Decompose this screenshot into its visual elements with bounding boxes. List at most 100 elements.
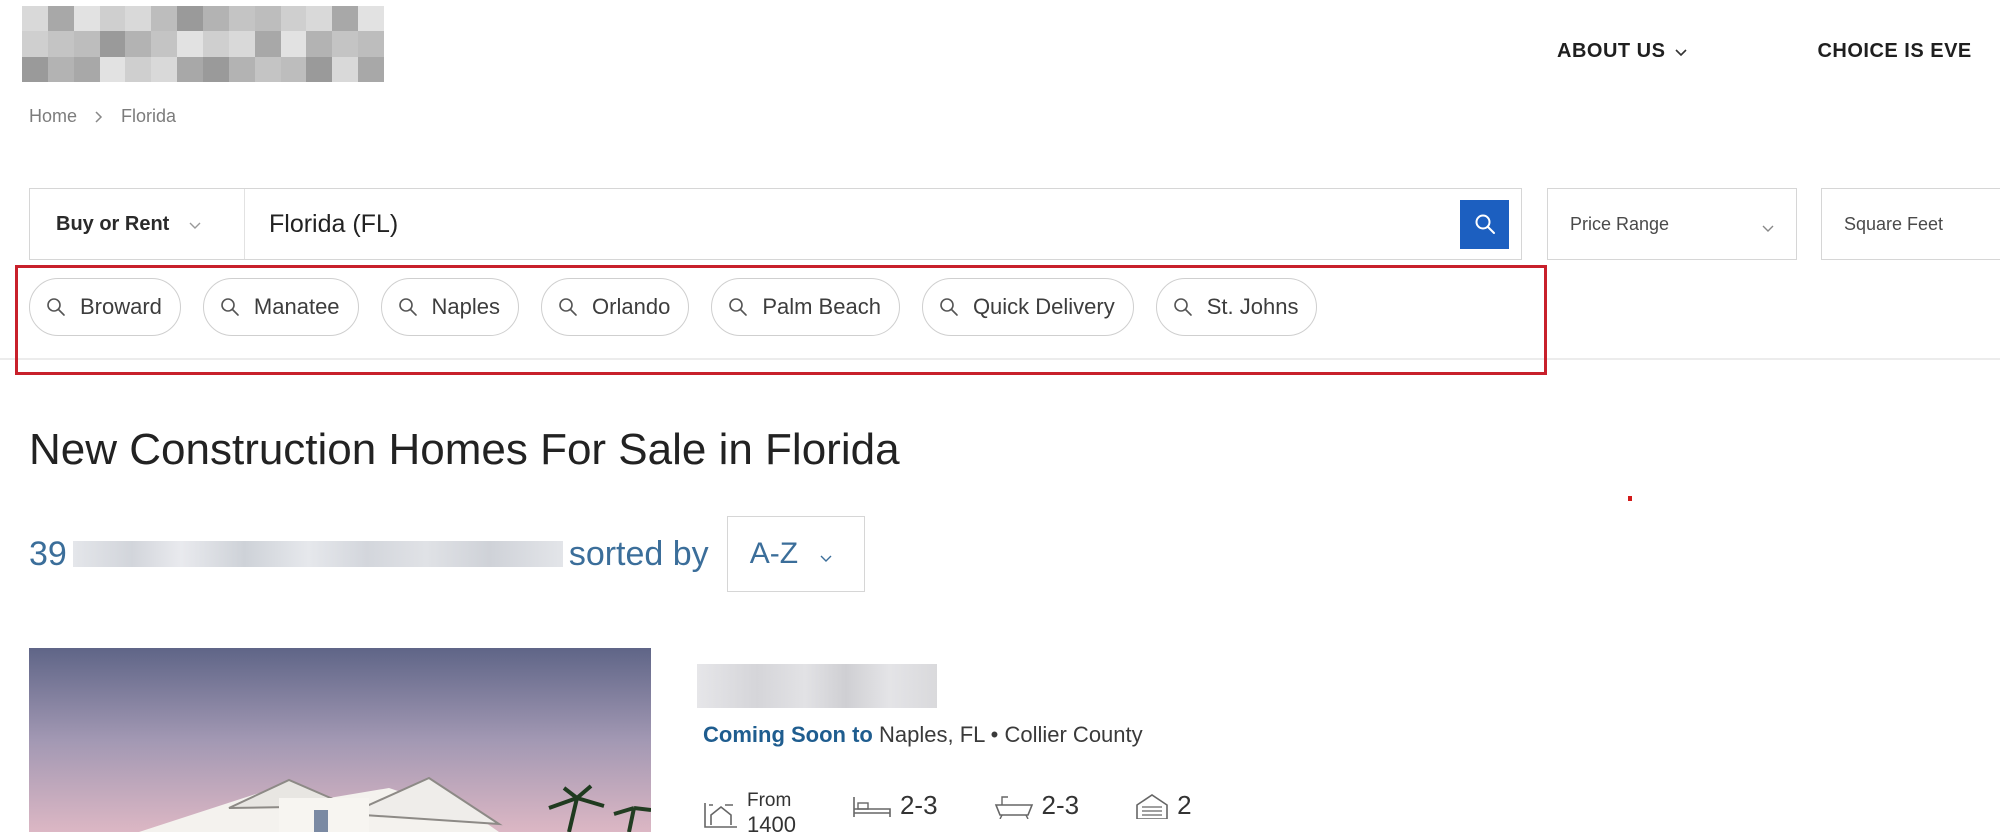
chip-broward[interactable]: Broward — [29, 278, 181, 336]
logo-pixel — [228, 56, 255, 82]
chip-quick-delivery[interactable]: Quick Delivery — [921, 278, 1134, 336]
logo-pixel — [99, 56, 126, 82]
chip-orlando[interactable]: Orlando — [541, 278, 690, 336]
brand-logo[interactable] — [22, 6, 384, 82]
logo-pixel — [22, 31, 48, 57]
logo-pixel — [47, 31, 74, 57]
chevron-down-icon — [1675, 40, 1688, 63]
logo-pixel — [73, 56, 100, 82]
logo-pixel — [203, 31, 229, 57]
logo-pixel — [73, 6, 100, 32]
logo-pixel — [99, 6, 126, 32]
chip-manatee[interactable]: Manatee — [202, 278, 359, 336]
chip-label: St. Johns — [1206, 294, 1299, 319]
chevron-down-icon — [1762, 217, 1774, 238]
beds-value: 2-3 — [899, 790, 938, 820]
results-summary: 39 sorted by A-Z — [29, 516, 865, 592]
logo-pixel — [47, 6, 74, 32]
search-button[interactable] — [1460, 199, 1509, 249]
search-icon — [940, 298, 958, 316]
search-icon — [1475, 214, 1495, 234]
logo-pixel — [332, 31, 359, 57]
chip-label: Naples — [431, 294, 501, 319]
logo-pixel — [332, 56, 359, 82]
logo-pixel — [358, 31, 384, 57]
buy-or-rent-select[interactable]: Buy or Rent — [30, 189, 245, 259]
logo-pixel — [47, 56, 74, 82]
nav-about-us-label: ABOUT US — [1557, 40, 1666, 62]
chevron-down-icon — [820, 537, 832, 571]
quick-search-chips: Broward Manatee Naples Orlando Palm Beac… — [29, 278, 1339, 336]
logo-pixel — [125, 56, 152, 82]
logo-pixel — [177, 56, 203, 82]
logo-pixel — [22, 56, 48, 82]
logo-pixel — [151, 6, 178, 32]
chip-label: Broward — [80, 294, 162, 319]
logo-pixel — [358, 6, 384, 32]
logo-pixel — [177, 6, 203, 32]
sort-value: A-Z — [749, 537, 799, 570]
cursor-marker — [1628, 496, 1632, 501]
chip-naples[interactable]: Naples — [380, 278, 520, 336]
garage-icon — [1136, 793, 1168, 819]
sorted-by-label: sorted by — [568, 534, 709, 573]
logo-pixel — [125, 31, 152, 57]
square-feet-label: Square Feet — [1844, 213, 1944, 234]
garage-value: 2 — [1177, 790, 1192, 820]
breadcrumb: Home Florida — [29, 106, 176, 127]
square-feet-select[interactable]: Square Feet — [1821, 188, 2000, 260]
logo-pixel — [280, 56, 307, 82]
redacted-text — [72, 541, 563, 567]
feature-garage: 2 — [1135, 790, 1192, 821]
chevron-down-icon — [189, 213, 201, 236]
chip-label: Orlando — [592, 294, 671, 319]
search-icon — [221, 298, 239, 316]
house-illustration — [29, 648, 651, 832]
search-icon — [1173, 298, 1192, 316]
logo-pixel — [254, 6, 281, 32]
buy-or-rent-label: Buy or Rent — [56, 212, 170, 235]
price-range-select[interactable]: Price Range — [1547, 188, 1797, 260]
logo-pixel — [280, 31, 307, 57]
logo-pixel — [358, 56, 384, 82]
location-search-input[interactable] — [245, 189, 1460, 259]
bathtub-icon — [994, 795, 1033, 819]
logo-pixel — [151, 56, 178, 82]
logo-pixel — [254, 31, 281, 57]
search-icon — [729, 298, 748, 316]
chip-palm-beach[interactable]: Palm Beach — [711, 278, 900, 336]
logo-pixel — [228, 31, 255, 57]
community-location: Coming Soon to Naples, FL • Collier Coun… — [703, 722, 1143, 748]
logo-pixel — [125, 6, 152, 32]
community-status: Coming Soon to — [703, 722, 873, 747]
logo-pixel — [254, 56, 281, 82]
logo-pixel — [332, 6, 359, 32]
feature-beds: 2-3 — [852, 790, 938, 821]
logo-pixel — [306, 31, 333, 57]
logo-pixel — [306, 56, 333, 82]
feature-baths: 2-3 — [994, 790, 1079, 821]
chip-label: Manatee — [253, 294, 340, 319]
chip-label: Quick Delivery — [972, 294, 1115, 319]
sort-select[interactable]: A-Z — [726, 516, 865, 592]
logo-pixel — [203, 56, 229, 82]
page-title: New Construction Homes For Sale in Flori… — [29, 425, 900, 474]
bed-icon — [853, 796, 891, 817]
chip-label: Palm Beach — [762, 294, 881, 319]
nav-choice-is-everything[interactable]: CHOICE IS EVE — [1817, 40, 1971, 63]
search-icon — [47, 298, 65, 316]
search-icon — [559, 298, 577, 316]
community-name-redacted[interactable] — [697, 664, 937, 708]
logo-pixel — [177, 31, 203, 57]
floorplan-icon — [704, 803, 737, 828]
chevron-right-icon — [95, 110, 103, 123]
price-range-label: Price Range — [1570, 213, 1670, 234]
nav-about-us[interactable]: ABOUT US — [1557, 40, 1688, 63]
logo-pixel — [151, 31, 178, 57]
breadcrumb-current: Florida — [121, 106, 177, 126]
logo-pixel — [73, 31, 100, 57]
chip-st-johns[interactable]: St. Johns — [1155, 278, 1318, 336]
breadcrumb-home[interactable]: Home — [29, 106, 77, 127]
community-features: From 1400 2-3 2-3 2 — [703, 790, 1248, 832]
community-photo[interactable] — [29, 648, 651, 832]
